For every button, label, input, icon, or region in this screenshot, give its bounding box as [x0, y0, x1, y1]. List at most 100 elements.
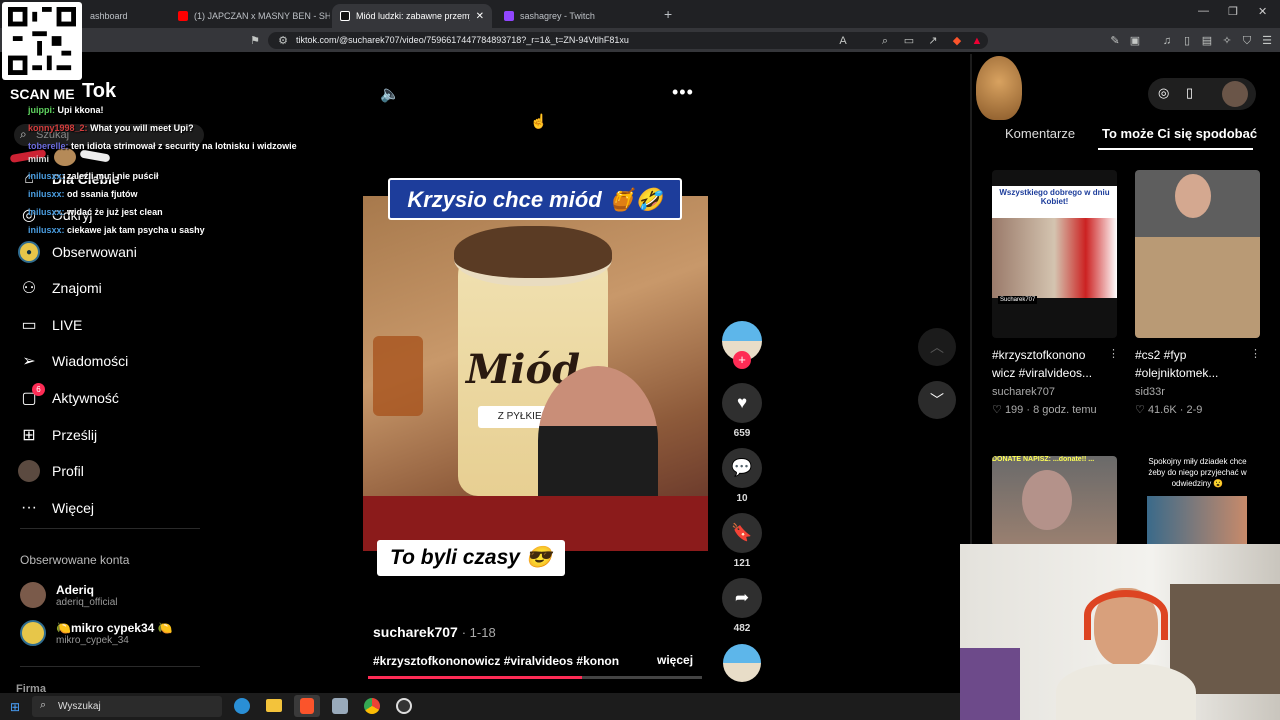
sidebar-divider: [20, 666, 200, 667]
sidebar-icon[interactable]: ▯: [1180, 34, 1194, 48]
card-menu-icon[interactable]: ⋮: [1250, 347, 1261, 360]
user-avatar[interactable]: [1222, 81, 1248, 107]
person: [538, 366, 658, 516]
sidebar-item-wiecej[interactable]: ··· Więcej: [18, 493, 94, 523]
card-title[interactable]: #krzysztofkonono wicz #viralvideos...: [992, 346, 1112, 382]
card-title[interactable]: #cs2 #fyp #olejniktomek...: [1135, 346, 1255, 382]
tab-tiktok[interactable]: Miód ludzki: zabawne przemyśle ✕: [332, 4, 492, 28]
menu-icon[interactable]: ☰: [1260, 34, 1274, 48]
streamer-shirt: [1056, 664, 1196, 720]
restore-icon[interactable]: ❐: [1228, 5, 1238, 18]
compass-icon[interactable]: ◎: [1158, 85, 1169, 101]
video-card[interactable]: DONATE NAPISZ: ...donate!! ...: [992, 456, 1117, 546]
more-options-icon[interactable]: •••: [672, 82, 694, 103]
zoom-icon[interactable]: ⌕: [878, 34, 892, 48]
brave-shield-icon[interactable]: ◆: [950, 34, 964, 48]
translate-icon[interactable]: A: [836, 34, 850, 48]
music-icon[interactable]: ♫: [1160, 34, 1174, 48]
card-thumbnail: [1022, 470, 1072, 530]
tab-dashboard[interactable]: ashboard: [82, 4, 170, 28]
save-count: 121: [733, 558, 751, 569]
share-icon[interactable]: ↗: [926, 34, 940, 48]
sidebar-item-obserwowani[interactable]: ● Obserwowani: [18, 237, 137, 267]
rewards-icon[interactable]: ▲: [970, 34, 984, 48]
card-thumbnail: [1147, 496, 1247, 546]
chat-user: inilusxx:: [28, 189, 65, 199]
app-icon[interactable]: [332, 698, 348, 714]
sidebar-item-live[interactable]: ▭ LIVE: [18, 310, 82, 340]
video-card[interactable]: Wszystkiego dobrego w dniu Kobiet! Sucha…: [992, 170, 1117, 338]
tab-twitch[interactable]: sashagrey - Twitch: [496, 4, 656, 28]
followed-account[interactable]: Aderiq aderiq_official: [20, 582, 118, 608]
extensions-icon[interactable]: ✎: [1108, 34, 1122, 48]
chair: [960, 648, 1020, 720]
card-thumbnail: [1175, 174, 1211, 218]
card-thumbnail: [992, 218, 1117, 298]
video-card[interactable]: Spokojny miły dziadek chce żeby do niego…: [1135, 456, 1260, 546]
chrome-icon[interactable]: [364, 698, 380, 714]
share-count: 482: [733, 623, 751, 634]
chat-line: juippi: Upi kkona!: [28, 105, 104, 115]
followed-account[interactable]: 🍋mikro cypek34 🍋 mikro_cypek_34: [20, 620, 173, 646]
more-link[interactable]: więcej: [657, 653, 693, 667]
wallet2-icon[interactable]: ▤: [1200, 34, 1214, 48]
previous-video-button[interactable]: ︿: [918, 328, 956, 366]
sidebar-item-przeslij[interactable]: ⊞ Prześlij: [18, 420, 97, 450]
windows-start-icon[interactable]: ⊞: [10, 700, 20, 714]
taskbar-search[interactable]: ⌕ Wyszukaj: [32, 696, 222, 717]
shield-icon[interactable]: ⛉: [1240, 34, 1254, 48]
sidebar-item-profil[interactable]: Profil: [18, 456, 84, 486]
tab-recommended[interactable]: To może Ci się spodobać: [1102, 126, 1257, 141]
like-button[interactable]: ♥ 659: [722, 383, 762, 439]
tab-label: sashagrey - Twitch: [520, 11, 595, 21]
chat-line: inilusxx: ciekawe jak tam psycha u sashy: [28, 225, 205, 235]
card-menu-icon[interactable]: ⋮: [1108, 347, 1119, 360]
share-button[interactable]: ➦ 482: [722, 578, 762, 634]
tab-komentarze[interactable]: Komentarze: [1005, 126, 1075, 141]
sidebar-item-znajomi[interactable]: ⚇ Znajomi: [18, 273, 102, 303]
avatar: [20, 582, 46, 608]
tiktok-logo[interactable]: Tok: [82, 80, 116, 103]
video-card[interactable]: [1135, 170, 1260, 338]
obs-icon[interactable]: [396, 698, 412, 714]
card-time: · 8 godz. temu: [1026, 404, 1097, 416]
video-author[interactable]: sucharek707 · 1-18: [373, 624, 496, 640]
screen-icon[interactable]: ▭: [902, 34, 916, 48]
minimize-icon[interactable]: —: [1198, 5, 1209, 17]
sidebar-item-aktywnosc[interactable]: ▢ 6 Aktywność: [18, 383, 119, 413]
close-tab-icon[interactable]: ✕: [476, 11, 484, 22]
comment-icon: 💬: [722, 448, 762, 488]
card-author[interactable]: sucharek707: [992, 386, 1055, 398]
save-button[interactable]: 🔖 121: [722, 513, 762, 569]
video-player[interactable]: Miód Z PYŁKIEM KWIA: [363, 196, 708, 551]
taskbar-search-text: Wyszukaj: [58, 701, 101, 712]
close-window-icon[interactable]: ✕: [1258, 5, 1267, 18]
brave-taskbar-button[interactable]: [294, 695, 320, 717]
edge-icon[interactable]: [234, 698, 250, 714]
chat-text: ciekawe jak tam psycha u sashy: [67, 225, 205, 235]
more-icon: ···: [21, 499, 37, 516]
comment-count: 10: [736, 493, 748, 504]
heart-icon: ♥: [722, 383, 762, 423]
site-settings-icon[interactable]: ⚙: [276, 34, 290, 48]
file-explorer-icon[interactable]: [266, 699, 282, 712]
phone-icon[interactable]: ▯: [1186, 85, 1193, 101]
video-tags[interactable]: #krzysztofkononowicz #viralvideos #konon: [373, 654, 619, 668]
music-disc[interactable]: [722, 644, 762, 682]
wallet-icon[interactable]: ▣: [1128, 34, 1142, 48]
creator-avatar[interactable]: +: [722, 321, 762, 369]
browser-tab-bar: ashboard (1) JAPCZAN x MASNY BEN - SHAKE…: [0, 0, 1280, 28]
follow-plus-icon[interactable]: +: [733, 351, 751, 369]
new-tab-icon[interactable]: +: [664, 6, 672, 22]
card-author[interactable]: sid33r: [1135, 386, 1165, 398]
comment-button[interactable]: 💬 10: [722, 448, 762, 504]
leo-icon[interactable]: ✧: [1220, 34, 1234, 48]
next-video-button[interactable]: ﹀: [918, 381, 956, 419]
volume-icon[interactable]: 🔈: [380, 84, 400, 104]
card-stats: ♡ 199 · 8 godz. temu: [992, 403, 1097, 416]
progress-track[interactable]: [368, 676, 702, 679]
tab-youtube[interactable]: (1) JAPCZAN x MASNY BEN - SHAKE: [170, 4, 330, 28]
sidebar-item-wiadomosci[interactable]: ➢ Wiadomości: [18, 346, 128, 376]
bookmark-icon[interactable]: ⚑: [248, 34, 262, 48]
chat-text: zaleźli mu i nie puścił: [67, 171, 159, 181]
